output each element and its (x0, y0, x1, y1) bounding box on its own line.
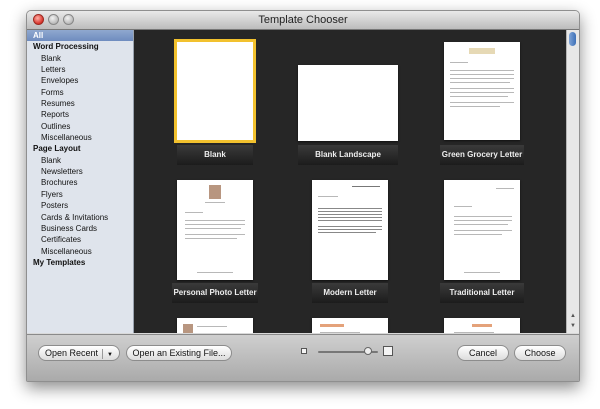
template-thumb-blank-landscape[interactable] (298, 65, 398, 141)
template-label-personal-photo-letter[interactable]: Personal Photo Letter (172, 283, 258, 303)
sidebar-item-wp-blank[interactable]: Blank (27, 53, 133, 64)
chevron-down-icon: ▼ (107, 352, 113, 358)
sidebar-item-forms[interactable]: Forms (27, 87, 133, 98)
scroll-up-arrow-icon[interactable]: ▲ (567, 311, 579, 321)
template-chooser-window: Template Chooser All Word Processing Bla… (26, 10, 580, 382)
scrollbar-thumb[interactable] (569, 32, 576, 46)
accent-bar (472, 324, 492, 327)
template-label-blank-landscape[interactable]: Blank Landscape (298, 145, 398, 165)
template-thumb-traditional-letter[interactable] (444, 180, 520, 280)
template-thumb-green-grocery-letter[interactable] (444, 42, 520, 140)
bottom-toolbar: Open Recent ▼ Open an Existing File... Ca… (27, 334, 579, 381)
template-label-green-grocery-letter[interactable]: Green Grocery Letter (440, 145, 524, 165)
template-grid: Blank Blank Landscape Green Grocery Lett… (134, 30, 566, 333)
photo-placeholder (209, 185, 221, 199)
sidebar-item-envelopes[interactable]: Envelopes (27, 75, 133, 86)
choose-button[interactable]: Choose (514, 345, 566, 361)
sidebar-item-page-layout[interactable]: Page Layout (27, 143, 133, 154)
open-recent-label: Open Recent (45, 348, 99, 358)
open-recent-button[interactable]: Open Recent ▼ (38, 345, 120, 361)
sidebar-item-letters[interactable]: Letters (27, 64, 133, 75)
template-thumb-modern-letter[interactable] (312, 180, 388, 280)
scroll-down-arrow-icon[interactable]: ▼ (567, 321, 579, 331)
title-bar: Template Chooser (27, 11, 579, 30)
photo-placeholder (183, 324, 193, 333)
sidebar-item-my-templates[interactable]: My Templates (27, 257, 133, 268)
vertical-scrollbar[interactable]: ▲ ▼ (566, 30, 579, 333)
template-label-traditional-letter[interactable]: Traditional Letter (440, 283, 524, 303)
sidebar-item-wp-miscellaneous[interactable]: Miscellaneous (27, 132, 133, 143)
template-thumb-row3-3[interactable] (444, 318, 520, 333)
sidebar-item-pl-miscellaneous[interactable]: Miscellaneous (27, 246, 133, 257)
zoom-slider-knob[interactable] (364, 347, 372, 355)
template-thumb-blank[interactable] (174, 39, 256, 143)
accent-bar (320, 324, 344, 327)
sidebar-item-reports[interactable]: Reports (27, 109, 133, 120)
zoom-in-icon[interactable] (383, 346, 393, 356)
sidebar-item-word-processing[interactable]: Word Processing (27, 41, 133, 52)
sidebar-item-business-cards[interactable]: Business Cards (27, 223, 133, 234)
template-thumb-row3-2[interactable] (312, 318, 388, 333)
sidebar-item-newsletters[interactable]: Newsletters (27, 166, 133, 177)
sidebar-item-all[interactable]: All (27, 30, 133, 42)
sidebar-item-posters[interactable]: Posters (27, 200, 133, 211)
template-thumb-row3-1[interactable] (177, 318, 253, 333)
sidebar-item-resumes[interactable]: Resumes (27, 98, 133, 109)
sidebar-item-pl-blank[interactable]: Blank (27, 155, 133, 166)
sidebar-item-cards-invitations[interactable]: Cards & Invitations (27, 212, 133, 223)
sidebar-item-outlines[interactable]: Outlines (27, 121, 133, 132)
template-thumb-personal-photo-letter[interactable] (177, 180, 253, 280)
open-existing-file-button[interactable]: Open an Existing File... (126, 345, 232, 361)
template-label-modern-letter[interactable]: Modern Letter (312, 283, 388, 303)
sidebar-item-flyers[interactable]: Flyers (27, 189, 133, 200)
cancel-button[interactable]: Cancel (457, 345, 509, 361)
template-label-blank[interactable]: Blank (177, 145, 253, 165)
letterhead-graphic (469, 48, 495, 54)
window-title: Template Chooser (258, 14, 348, 26)
sidebar-item-brochures[interactable]: Brochures (27, 177, 133, 188)
zoom-out-icon[interactable] (301, 348, 307, 354)
sidebar-item-certificates[interactable]: Certificates (27, 234, 133, 245)
category-sidebar: All Word Processing Blank Letters Envelo… (27, 30, 134, 333)
